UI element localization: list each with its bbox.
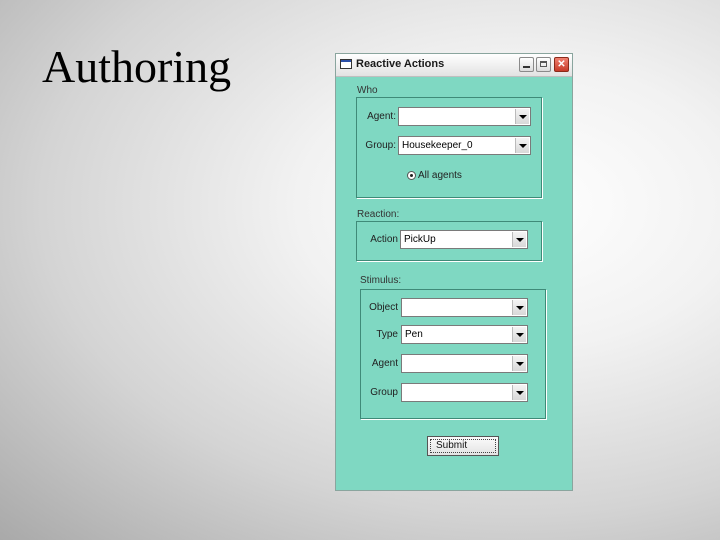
who-group-label: Who [357,85,378,96]
submit-button[interactable]: Submit [427,436,499,456]
maximize-button[interactable] [536,57,551,72]
stimulus-group-label: Stimulus: [360,275,402,286]
reaction-action-select[interactable]: PickUp [400,230,528,249]
reaction-action-value: PickUp [404,234,436,245]
window-title: Reactive Actions [356,58,445,70]
minimize-icon [523,66,530,68]
all-agents-radio[interactable] [407,171,416,180]
stimulus-object-select[interactable] [401,298,528,317]
slide-title: Authoring [42,41,232,92]
stimulus-agent-label: Agent [371,358,398,369]
chevron-down-icon[interactable] [515,138,529,153]
minimize-button[interactable] [519,57,534,72]
maximize-icon [540,61,547,67]
who-agent-label: Agent: [367,111,396,122]
who-group-select[interactable]: Housekeeper_0 [398,136,531,155]
stimulus-object-label: Object [369,302,398,313]
reaction-action-label: Action [370,234,398,245]
window-titlebar[interactable]: Reactive Actions ✕ [336,54,572,77]
who-group-value: Housekeeper_0 [402,140,473,151]
stimulus-agent-select[interactable] [401,354,528,373]
close-button[interactable]: ✕ [554,57,569,72]
stimulus-group-field-label: Group [370,387,398,398]
stimulus-type-label: Type [376,329,398,340]
chevron-down-icon[interactable] [512,356,526,371]
stimulus-type-value: Pen [405,329,423,340]
who-agent-select[interactable] [398,107,531,126]
reaction-group-label: Reaction: [357,209,400,220]
chevron-down-icon[interactable] [512,232,526,247]
submit-button-label: Submit [436,440,468,451]
window-app-icon [340,59,352,69]
stimulus-type-select[interactable]: Pen [401,325,528,344]
close-icon: ✕ [557,59,566,70]
all-agents-label: All agents [418,170,462,181]
chevron-down-icon[interactable] [512,300,526,315]
chevron-down-icon[interactable] [515,109,529,124]
chevron-down-icon[interactable] [512,385,526,400]
stimulus-group-select[interactable] [401,383,528,402]
chevron-down-icon[interactable] [512,327,526,342]
who-group-field-label: Group: [365,140,396,151]
